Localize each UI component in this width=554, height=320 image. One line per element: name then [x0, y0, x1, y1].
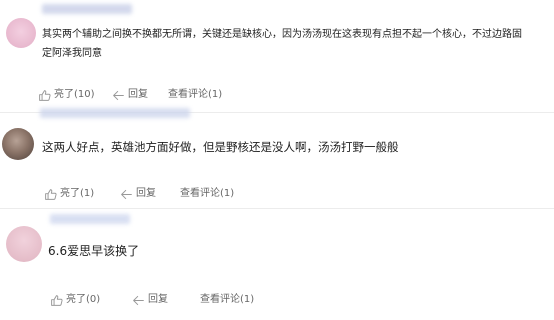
avatar[interactable]: [6, 18, 36, 48]
like-count-label: 亮了(10): [54, 89, 95, 100]
divider: [0, 208, 554, 209]
reply-button[interactable]: 回复: [120, 185, 156, 203]
reply-label: 回复: [136, 188, 156, 199]
reply-label: 回复: [148, 294, 168, 305]
comment-actions: 亮了(0) 回复 查看评论(1): [0, 291, 554, 309]
username-blurred[interactable]: [40, 108, 190, 118]
like-count-label: 亮了(1): [60, 188, 95, 199]
thumbs-up-icon: [45, 188, 57, 200]
like-button[interactable]: 亮了(0): [50, 291, 100, 309]
view-comments-link[interactable]: 查看评论(1): [200, 291, 254, 309]
comment-actions: 亮了(10) 回复 查看评论(1): [0, 86, 554, 104]
avatar[interactable]: [2, 128, 34, 160]
view-comments-link[interactable]: 查看评论(1): [180, 185, 234, 203]
comment-text-continued: 定阿泽我同意: [42, 48, 102, 59]
view-comments-label: 查看评论(1): [180, 188, 235, 199]
comment-actions: 亮了(1) 回复 查看评论(1): [0, 185, 554, 203]
view-comments-label: 查看评论(1): [200, 294, 255, 305]
like-count-label: 亮了(0): [66, 294, 101, 305]
avatar[interactable]: [6, 226, 42, 262]
view-comments-label: 查看评论(1): [168, 89, 223, 100]
reply-arrow-icon: [121, 189, 132, 199]
reply-arrow-icon: [113, 90, 124, 100]
thumbs-up-icon: [51, 294, 63, 306]
comment-text: 这两人好点，英雄池方面好做，但是野核还是没人啊，汤汤打野一般般: [42, 140, 399, 154]
reply-label: 回复: [128, 89, 148, 100]
comment-text: 其实两个辅助之间换不换都无所谓，关键还是缺核心，因为汤汤现在这表现有点担不起一个…: [42, 29, 522, 40]
like-button[interactable]: 亮了(1): [44, 185, 94, 203]
view-comments-link[interactable]: 查看评论(1): [168, 86, 222, 104]
username-blurred[interactable]: [42, 4, 132, 14]
username-blurred[interactable]: [50, 214, 130, 224]
thumbs-up-icon: [39, 89, 51, 101]
reply-arrow-icon: [133, 295, 144, 305]
reply-button[interactable]: 回复: [132, 291, 168, 309]
like-button[interactable]: 亮了(10): [38, 86, 95, 104]
reply-button[interactable]: 回复: [112, 86, 148, 104]
comment-text: 6.6爱思早该换了: [48, 244, 140, 258]
